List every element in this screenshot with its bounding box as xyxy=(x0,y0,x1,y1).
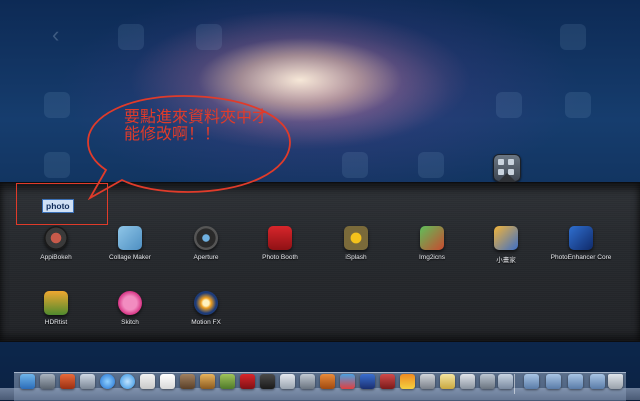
app-icon[interactable] xyxy=(498,374,513,389)
background-app-icon xyxy=(342,152,368,178)
folder-stack-icon[interactable] xyxy=(524,374,539,389)
app-motion-fx[interactable]: Motion FX xyxy=(166,291,246,326)
system-preferences-icon[interactable] xyxy=(420,374,435,389)
app-label: AppiBokeh xyxy=(40,254,72,261)
dock-separator xyxy=(514,374,515,394)
app-photoenhancer-core[interactable]: PhotoEnhancer Core xyxy=(541,226,621,261)
app-icon[interactable] xyxy=(380,374,395,389)
finder-icon[interactable] xyxy=(20,374,35,389)
app-collage-maker[interactable]: Collage Maker xyxy=(90,226,170,261)
isplash-icon xyxy=(344,226,368,250)
collage-maker-icon xyxy=(118,226,142,250)
background-app-icon xyxy=(418,152,444,178)
app-icon[interactable] xyxy=(360,374,375,389)
app-aperture[interactable]: Aperture xyxy=(166,226,246,261)
folder-stack-icon[interactable] xyxy=(568,374,583,389)
background-app-icon xyxy=(196,24,222,50)
app-label: Skitch xyxy=(121,319,139,326)
background-app-icon xyxy=(44,152,70,178)
app-appibokeh[interactable]: AppiBokeh xyxy=(16,226,96,261)
photo-booth-icon[interactable] xyxy=(240,374,255,389)
preview-icon[interactable] xyxy=(280,374,295,389)
skitch-icon xyxy=(118,291,142,315)
iphoto-icon[interactable] xyxy=(220,374,235,389)
trash-icon[interactable] xyxy=(608,374,623,389)
app-label: Collage Maker xyxy=(109,254,151,261)
launchpad-icon[interactable] xyxy=(80,374,95,389)
mail-icon[interactable] xyxy=(140,374,155,389)
stickies-icon[interactable] xyxy=(440,374,455,389)
app-label: Motion FX xyxy=(191,319,221,326)
app-store-icon[interactable] xyxy=(100,374,115,389)
app-paint[interactable]: 小畫家 xyxy=(466,226,546,264)
app-label: 小畫家 xyxy=(496,257,516,264)
downloads-stack-icon[interactable] xyxy=(590,374,605,389)
page-left-arrow-icon[interactable]: ‹ xyxy=(52,22,59,48)
app-icon[interactable] xyxy=(60,374,75,389)
app-photo-booth[interactable]: Photo Booth xyxy=(240,226,320,261)
app-label: iSplash xyxy=(345,254,367,261)
vlc-icon[interactable] xyxy=(400,374,415,389)
app-icon[interactable] xyxy=(200,374,215,389)
folder-stack-icon[interactable] xyxy=(546,374,561,389)
paint-icon xyxy=(494,226,518,250)
facetime-icon[interactable] xyxy=(260,374,275,389)
app-skitch[interactable]: Skitch xyxy=(90,291,170,326)
app-icon[interactable] xyxy=(180,374,195,389)
app-label: Aperture xyxy=(193,254,219,261)
app-hdrtist[interactable]: HDRtist xyxy=(16,291,96,326)
img2icns-icon xyxy=(420,226,444,250)
photoenhancer-icon xyxy=(569,226,593,250)
app-icon[interactable] xyxy=(340,374,355,389)
background-app-icon xyxy=(496,92,522,118)
app-label: Photo Booth xyxy=(262,254,298,261)
app-icon[interactable] xyxy=(300,374,315,389)
app-img2icns[interactable]: Img2icns xyxy=(392,226,472,261)
background-app-icon xyxy=(118,24,144,50)
app-icon[interactable] xyxy=(480,374,495,389)
calendar-icon[interactable] xyxy=(160,374,175,389)
background-app-icon xyxy=(560,24,586,50)
app-isplash[interactable]: iSplash xyxy=(316,226,396,261)
photo-booth-icon xyxy=(268,226,292,250)
motion-fx-icon xyxy=(194,291,218,315)
app-label: HDRtist xyxy=(44,319,68,326)
dashboard-icon[interactable] xyxy=(40,374,55,389)
aperture-icon xyxy=(194,226,218,250)
app-label: Img2icns xyxy=(418,254,445,261)
appibokeh-icon xyxy=(44,226,68,250)
hdrtist-icon xyxy=(44,291,68,315)
app-icon[interactable] xyxy=(460,374,475,389)
app-icon[interactable] xyxy=(320,374,335,389)
safari-icon[interactable] xyxy=(120,374,135,389)
background-app-icon xyxy=(44,92,70,118)
background-app-icon xyxy=(565,92,591,118)
annotation-text: 要點進來資料夾中才能修改啊！！ xyxy=(124,107,269,143)
app-label: PhotoEnhancer Core xyxy=(550,254,612,261)
